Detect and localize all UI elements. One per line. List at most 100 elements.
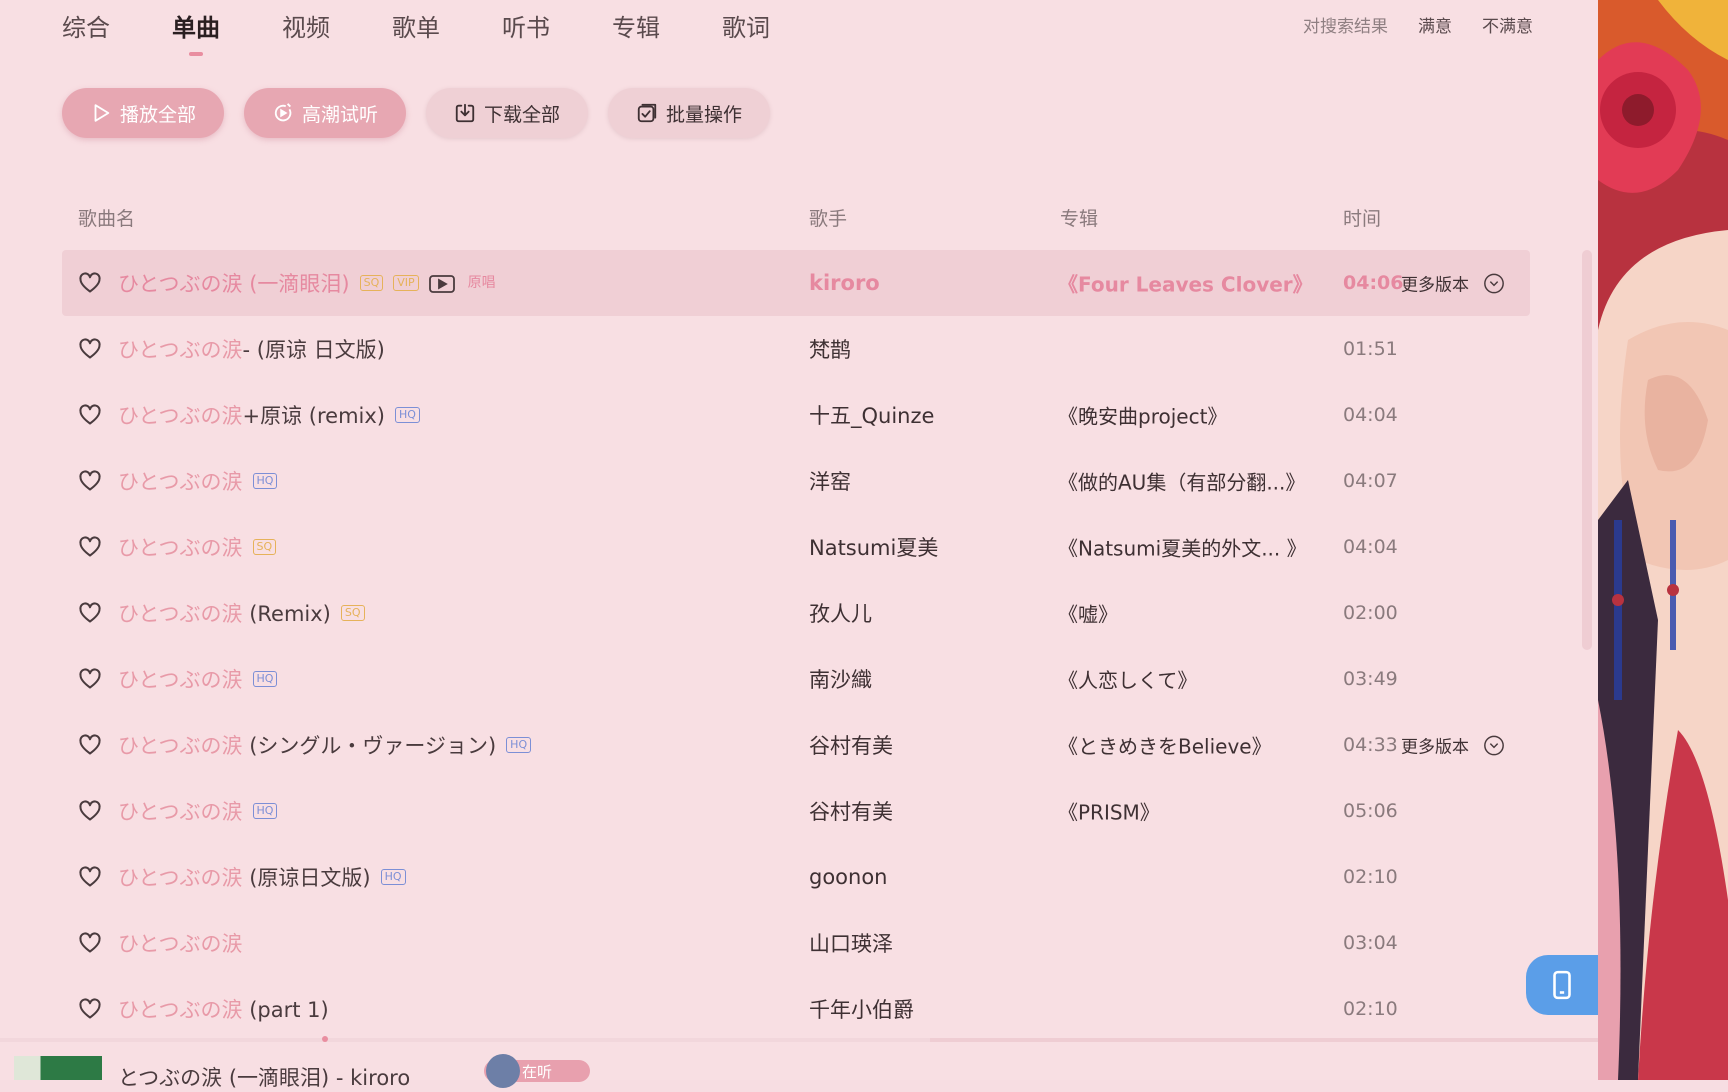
song-row[interactable]: ひとつぶの涙 HQ 南沙織 《人恋しくて》 03:49 — [62, 646, 1530, 712]
song-title[interactable]: ひとつぶの涙 HQ — [118, 796, 278, 826]
song-artist[interactable]: 山口瑛泽 — [809, 928, 893, 958]
tab-albums[interactable]: 专辑 — [612, 0, 660, 48]
download-all-button[interactable]: 下载全部 — [426, 88, 589, 138]
song-title[interactable]: ひとつぶの涙 HQ — [118, 664, 278, 694]
song-row[interactable]: ひとつぶの涙 (原谅日文版) HQ goonon 02:10 — [62, 844, 1530, 910]
quality-badge: SQ — [340, 605, 365, 621]
song-album[interactable]: 《人恋しくて》 — [1058, 665, 1197, 694]
tab-lyrics[interactable]: 歌词 — [722, 0, 770, 48]
song-row[interactable]: ひとつぶの涙 山口瑛泽 03:04 — [62, 910, 1530, 976]
song-row[interactable]: ひとつぶの涙 HQ 洋窑 《做的AU集（有部分翻...》 04:07 — [62, 448, 1530, 514]
song-artist[interactable]: kiroro — [809, 271, 880, 295]
song-title[interactable]: ひとつぶの涙 — [118, 928, 243, 958]
song-artist[interactable]: 孜人儿 — [809, 598, 872, 628]
song-album[interactable]: 《ときめきをBelieve》 — [1058, 731, 1272, 760]
song-album[interactable]: 《PRISM》 — [1058, 797, 1160, 826]
highlight-preview-label: 高潮试听 — [302, 103, 379, 126]
song-artist[interactable]: 谷村有美 — [809, 730, 893, 760]
heart-outline-icon[interactable] — [78, 733, 102, 757]
phone-sync-button[interactable] — [1526, 955, 1598, 1015]
tab-audiobooks[interactable]: 听书 — [502, 0, 550, 48]
song-title[interactable]: ひとつぶの涙 (原谅日文版) HQ — [118, 862, 406, 892]
song-title[interactable]: ひとつぶの涙 (一滴眼泪) SQ VIP 原唱 — [118, 268, 499, 298]
tab-comprehensive[interactable]: 综合 — [62, 0, 110, 48]
song-album[interactable]: 《Natsumi夏美的外文... 》 — [1058, 533, 1307, 562]
listening-status-badge[interactable]: 在听 — [484, 1054, 590, 1088]
quality-badge: HQ — [395, 407, 420, 423]
song-album[interactable]: 《Four Leaves Clover》 — [1058, 269, 1313, 298]
heart-outline-icon[interactable] — [78, 337, 102, 361]
heart-outline-icon[interactable] — [78, 865, 102, 889]
now-playing-title[interactable]: とつぶの涙 (一滴眼泪) - kiroro — [118, 1062, 410, 1092]
heart-outline-icon[interactable] — [78, 271, 102, 295]
heart-outline-icon[interactable] — [78, 799, 102, 823]
batch-operation-label: 批量操作 — [666, 103, 743, 126]
song-title[interactable]: ひとつぶの涙 (Remix) SQ — [118, 598, 365, 628]
song-row[interactable]: ひとつぶの涙 (一滴眼泪) SQ VIP 原唱 kiroro 《Four Leaves C… — [62, 250, 1530, 316]
scrollbar[interactable] — [1582, 250, 1592, 650]
listening-status-label: 在听 — [522, 1062, 553, 1081]
song-title[interactable]: ひとつぶの涙- (原谅 日文版) — [118, 334, 385, 364]
heart-outline-icon[interactable] — [78, 403, 102, 427]
song-artist[interactable]: 十五_Quinze — [809, 400, 934, 430]
song-title-suffix: (一滴眼泪) — [242, 272, 350, 296]
unsatisfied-button[interactable]: 不满意 — [1482, 12, 1533, 37]
original-badge: 原唱 — [467, 275, 496, 291]
play-all-button[interactable]: 播放全部 — [62, 88, 225, 138]
song-artist[interactable]: 梵鹊 — [809, 334, 851, 364]
tab-playlists[interactable]: 歌单 — [392, 0, 440, 48]
heart-outline-icon[interactable] — [78, 667, 102, 691]
song-row[interactable]: ひとつぶの涙 HQ 谷村有美 《PRISM》 05:06 — [62, 778, 1530, 844]
more-versions-label: 更多版本 — [1401, 737, 1469, 758]
quality-badge: HQ — [252, 671, 278, 687]
play-icon — [94, 104, 110, 122]
song-artist[interactable]: 洋窑 — [809, 466, 851, 496]
search-category-tabs: 综合 单曲 视频 歌单 听书 专辑 歌词 — [62, 0, 832, 48]
song-duration: 04:06 — [1343, 272, 1404, 294]
song-row[interactable]: ひとつぶの涙 SQ Natsumi夏美 《Natsumi夏美的外文... 》 04:04 — [62, 514, 1530, 580]
song-title[interactable]: ひとつぶの涙 HQ — [118, 466, 278, 496]
song-artist[interactable]: 谷村有美 — [809, 796, 893, 826]
heart-outline-icon[interactable] — [78, 601, 102, 625]
album-cover[interactable] — [14, 1056, 102, 1080]
song-duration: 04:04 — [1343, 404, 1398, 426]
song-title[interactable]: ひとつぶの涙 (シングル・ヴァージョン) HQ — [118, 730, 532, 760]
song-title[interactable]: ひとつぶの涙 SQ — [118, 532, 277, 562]
music-search-results: 综合 单曲 视频 歌单 听书 专辑 歌词 对搜索结果 满意 不满意 播放全部 高… — [0, 0, 1598, 1090]
song-album[interactable]: 《晚安曲project》 — [1058, 401, 1227, 430]
more-versions-button[interactable]: 更多版本 — [1401, 733, 1505, 758]
song-row[interactable]: ひとつぶの涙- (原谅 日文版) 梵鹊 01:51 — [62, 316, 1530, 382]
highlight-preview-button[interactable]: 高潮试听 — [244, 88, 407, 138]
batch-operation-button[interactable]: 批量操作 — [608, 88, 771, 138]
song-artist[interactable]: 千年小伯爵 — [809, 994, 914, 1024]
satisfied-button[interactable]: 满意 — [1418, 12, 1452, 37]
song-title-main: ひとつぶの涙 — [118, 602, 243, 626]
more-versions-button[interactable]: 更多版本 — [1401, 271, 1505, 296]
play-all-label: 播放全部 — [120, 103, 197, 126]
song-album[interactable]: 《做的AU集（有部分翻...》 — [1058, 467, 1305, 496]
song-row[interactable]: ひとつぶの涙 (Remix) SQ 孜人儿 《嘘》 02:00 — [62, 580, 1530, 646]
action-toolbar: 播放全部 高潮试听 下载全部 批量操作 — [62, 88, 771, 138]
heart-outline-icon[interactable] — [78, 469, 102, 493]
song-artist[interactable]: goonon — [809, 865, 888, 889]
song-album[interactable]: 《嘘》 — [1058, 599, 1118, 628]
more-versions-label: 更多版本 — [1401, 275, 1469, 296]
tab-videos[interactable]: 视频 — [282, 0, 330, 48]
heart-outline-icon[interactable] — [78, 931, 102, 955]
song-title-main: ひとつぶの涙 — [118, 932, 243, 956]
song-title[interactable]: ひとつぶの涙 (part 1) — [118, 994, 329, 1024]
heart-outline-icon[interactable] — [78, 997, 102, 1021]
song-title-main: ひとつぶの涙 — [118, 734, 243, 758]
song-duration: 02:10 — [1343, 866, 1398, 888]
song-artist[interactable]: Natsumi夏美 — [809, 532, 938, 562]
mv-icon[interactable] — [428, 274, 455, 293]
song-row[interactable]: ひとつぶの涙 (シングル・ヴァージョン) HQ 谷村有美 《ときめきをBelieve》… — [62, 712, 1530, 778]
heart-outline-icon[interactable] — [78, 535, 102, 559]
song-row[interactable]: ひとつぶの涙 (part 1) 千年小伯爵 02:10 — [62, 976, 1530, 1042]
song-duration: 01:51 — [1343, 338, 1398, 360]
quality-badge: VIP — [393, 275, 419, 291]
song-row[interactable]: ひとつぶの涙+原谅 (remix) HQ 十五_Quinze 《晚安曲project》… — [62, 382, 1530, 448]
song-title[interactable]: ひとつぶの涙+原谅 (remix) HQ — [118, 400, 420, 430]
song-artist[interactable]: 南沙織 — [809, 664, 872, 694]
tab-singles[interactable]: 单曲 — [172, 0, 220, 48]
